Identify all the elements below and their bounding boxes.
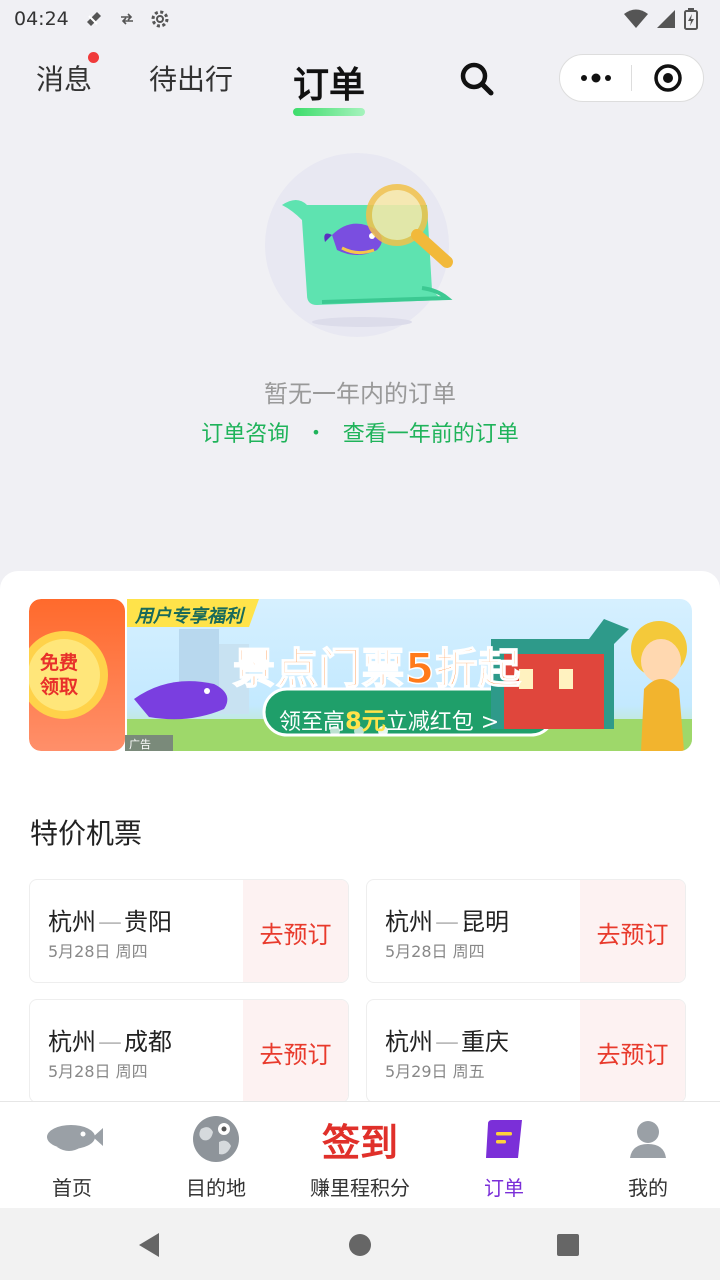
tab-checkin[interactable]: 签到 赚里程积分 [288,1102,432,1209]
status-bar: 04:24 [0,0,720,38]
top-header: 消息 待出行 订单 [0,38,720,116]
order-icon [486,1120,522,1158]
empty-state-links: 订单咨询 • 查看一年前的订单 [0,416,720,448]
banner-cta: 领至高8元立减红包 > [279,701,499,736]
bottom-tab-bar: 首页 目的地 签到 赚里程积分 订单 我的 [0,1101,720,1208]
flight-card[interactable]: 杭州—成都 5月28日 周四 去预订 [29,999,349,1103]
flight-from: 杭州 [48,1028,96,1056]
close-mini-program-button[interactable] [632,55,703,101]
flight-card[interactable]: 杭州—昆明 5月28日 周四 去预订 [366,879,686,983]
mini-program-capsule [559,54,704,102]
flight-card[interactable]: 杭州—重庆 5月29日 周五 去预订 [366,999,686,1103]
flight-from: 杭州 [385,908,433,936]
signal-icon [657,10,675,28]
flight-route: 杭州—昆明 [385,902,509,937]
flight-route: 杭州—重庆 [385,1022,509,1057]
notification-icon [86,12,101,26]
more-icon [580,73,611,83]
tab-destination[interactable]: 目的地 [144,1102,288,1209]
tab-orders-label: 订单 [293,65,366,106]
tab-orders[interactable]: 订单 [293,56,366,116]
tab-checkin-label: 赚里程积分 [310,1176,410,1200]
status-time: 04:24 [14,8,69,30]
home-icon[interactable] [348,1233,372,1257]
unread-dot [88,52,99,63]
back-icon[interactable] [137,1232,161,1258]
banner-tag: 用户专享福利 [135,606,243,627]
empty-orders-illustration [265,153,453,337]
empty-state-title: 暂无一年内的订单 [264,380,456,408]
active-tab-indicator [293,108,365,116]
target-icon [653,64,682,92]
banner-free-label: 免费领取 [39,652,78,698]
flight-route: 杭州—成都 [48,1022,172,1057]
flight-date: 5月28日 周四 [385,942,485,961]
flight-from: 杭州 [48,908,96,936]
tab-home-label: 首页 [52,1176,92,1200]
tab-profile-label: 我的 [628,1176,668,1200]
more-options-button[interactable] [560,55,631,101]
tab-home[interactable]: 首页 [0,1102,144,1209]
book-button[interactable]: 去预订 [243,1000,348,1102]
tab-orders-bottom-label: 订单 [484,1176,524,1200]
tab-orders-bottom[interactable]: 订单 [432,1102,576,1209]
globe-icon [193,1116,239,1162]
tab-messages-label: 消息 [36,63,93,96]
profile-icon [630,1121,666,1158]
tab-profile[interactable]: 我的 [576,1102,720,1209]
wifi-icon [624,9,648,28]
flight-to: 重庆 [461,1028,509,1056]
flight-date: 5月28日 周四 [48,1062,148,1081]
banner-headline: 景点门票5折起 [232,643,522,694]
route-dash: — [435,1028,459,1056]
link-separator: • [311,422,321,442]
flight-to: 贵阳 [124,908,172,936]
settings-icon [151,10,169,28]
flight-to: 昆明 [461,908,509,936]
sign-in-icon: 签到 [321,1119,398,1165]
flight-date: 5月29日 周五 [385,1062,485,1081]
ad-label: 广告 [129,738,151,751]
older-orders-link[interactable]: 查看一年前的订单 [343,416,519,448]
tab-destination-label: 目的地 [186,1176,246,1200]
route-dash: — [98,1028,122,1056]
search-icon[interactable] [458,60,496,98]
order-consult-link[interactable]: 订单咨询 [201,416,289,448]
tab-messages[interactable]: 消息 [36,52,99,98]
banner-cta-suffix: 立减红包 > [385,710,500,735]
banner-cta-amount: 8元 [345,707,386,735]
blimp-icon [47,1125,103,1151]
tab-upcoming-label: 待出行 [149,63,234,96]
flight-to: 成都 [124,1028,172,1056]
flights-section-title: 特价机票 [30,817,143,850]
book-button[interactable]: 去预订 [580,1000,685,1102]
data-saver-icon [120,13,133,25]
route-dash: — [98,908,122,936]
battery-icon [684,8,698,30]
route-dash: — [435,908,459,936]
tab-upcoming[interactable]: 待出行 [149,58,233,98]
flight-card[interactable]: 杭州—贵阳 5月28日 周四 去预订 [29,879,349,983]
book-button[interactable]: 去预订 [243,880,348,982]
promo-banner[interactable]: 免费领取 用户专享福利 景点门票5折起 领至高8元立减红包 > 广告 [29,599,692,751]
flight-route: 杭州—贵阳 [48,902,172,937]
banner-cta-prefix: 领至高 [279,710,346,735]
flight-from: 杭州 [385,1028,433,1056]
recents-icon[interactable] [556,1233,580,1257]
book-button[interactable]: 去预订 [580,880,685,982]
system-nav-bar [0,1208,720,1280]
flight-date: 5月28日 周四 [48,942,148,961]
